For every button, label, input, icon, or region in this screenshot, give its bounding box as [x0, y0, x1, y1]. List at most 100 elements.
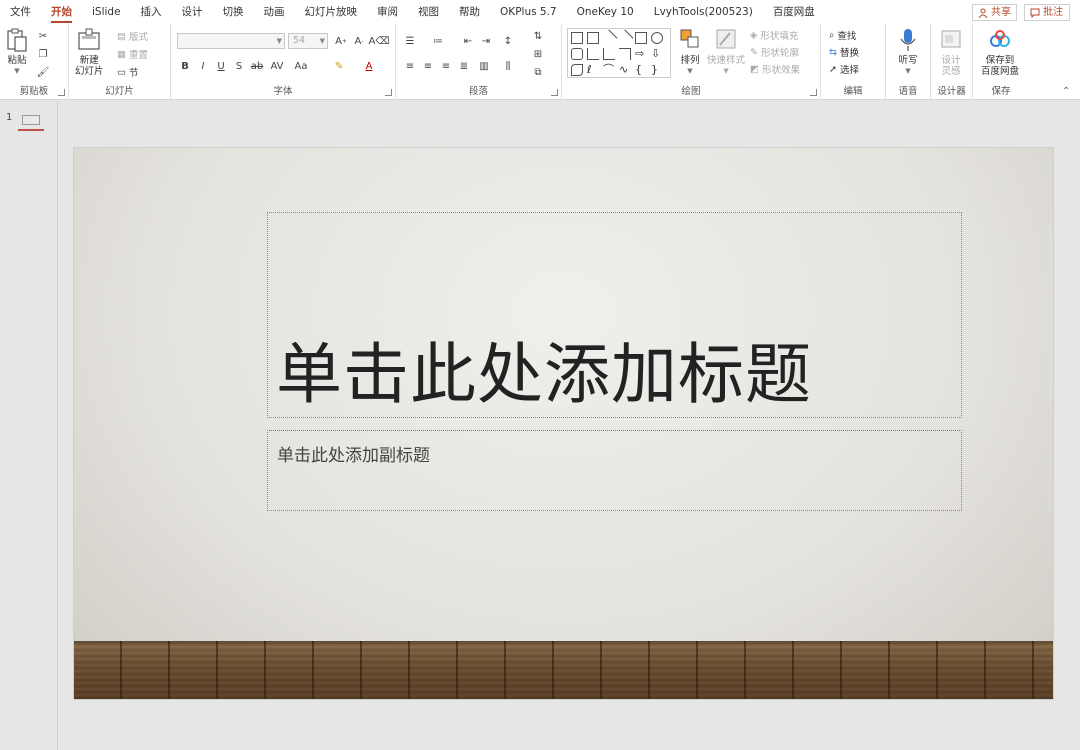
decrease-indent-icon[interactable]: ⇤	[460, 33, 476, 49]
font-name-combo[interactable]: ▼	[177, 33, 285, 49]
collapse-ribbon-icon[interactable]: ⌃	[1062, 86, 1070, 97]
tab-home[interactable]: 开始	[41, 0, 82, 24]
text-direction-icon[interactable]: ⇅	[530, 28, 546, 44]
slide-thumbnail[interactable]	[18, 113, 44, 131]
layout-button[interactable]: ▤ 版式	[117, 28, 148, 44]
vertical-textbox-shape-icon[interactable]	[587, 32, 599, 44]
line-shape-icon[interactable]	[600, 29, 618, 47]
cut-icon[interactable]: ✂	[35, 28, 51, 44]
tab-slideshow[interactable]: 幻灯片放映	[295, 0, 368, 24]
bold-icon[interactable]: B	[177, 58, 193, 74]
replace-label: 替换	[839, 48, 859, 59]
shape-fill-button[interactable]: ◈ 形状填充	[750, 27, 798, 43]
elbow-connector-shape-icon[interactable]	[619, 48, 631, 60]
select-button[interactable]: ➚ 选择	[829, 61, 859, 77]
slide-canvas[interactable]: 单击此处添加标题 单击此处添加副标题	[74, 148, 1053, 699]
format-painter-icon[interactable]: 🖌	[35, 64, 51, 80]
distributed-icon[interactable]: ▥	[476, 58, 492, 74]
replace-button[interactable]: ⇆ 替换	[829, 44, 859, 60]
connector-shape-icon[interactable]	[603, 48, 615, 60]
tab-review[interactable]: 审阅	[367, 0, 408, 24]
align-text-icon[interactable]: ⊞	[530, 46, 546, 62]
paragraph-launcher-icon[interactable]	[551, 89, 558, 96]
paste-dropdown-icon[interactable]: ▼	[14, 66, 19, 77]
new-slide-button[interactable]: 新建 幻灯片	[75, 27, 104, 77]
save-to-baidu-button[interactable]: 保存到 百度网盘	[981, 27, 1019, 77]
shapes-gallery[interactable]: ⇨ ⇩ ℓ ⌒ ∿ { }	[567, 28, 671, 78]
tab-lvyhtools[interactable]: LvyhTools(200523)	[644, 0, 763, 24]
arrow-line-shape-icon[interactable]	[616, 29, 634, 47]
align-left-icon[interactable]: ≡	[402, 58, 418, 74]
tab-baidu-netdisk[interactable]: 百度网盘	[763, 0, 825, 24]
tab-islide[interactable]: iSlide	[82, 0, 131, 24]
textbox-shape-icon[interactable]	[571, 32, 583, 44]
increase-font-icon[interactable]: A +	[333, 33, 349, 49]
font-size-combo[interactable]: 54 ▼	[288, 33, 328, 49]
tab-transitions[interactable]: 切换	[213, 0, 254, 24]
dictate-button[interactable]: 听写 ▼	[896, 27, 920, 77]
share-icon	[978, 8, 988, 18]
drawing-launcher-icon[interactable]	[810, 89, 817, 96]
title-placeholder[interactable]: 单击此处添加标题	[267, 212, 962, 418]
right-brace-shape-icon[interactable]: }	[651, 64, 663, 76]
down-arrow-shape-icon[interactable]: ⇩	[651, 48, 663, 60]
tab-insert[interactable]: 插入	[131, 0, 172, 24]
increase-indent-icon[interactable]: ⇥	[478, 33, 494, 49]
subtitle-placeholder[interactable]: 单击此处添加副标题	[267, 430, 962, 511]
tab-animations[interactable]: 动画	[254, 0, 295, 24]
tab-design[interactable]: 设计	[172, 0, 213, 24]
copy-icon[interactable]: ❐	[35, 46, 51, 62]
paste-button[interactable]: 粘贴 ▼	[5, 27, 29, 77]
section-button[interactable]: ▭ 节	[117, 64, 139, 80]
snip-shape-icon[interactable]	[571, 64, 583, 76]
highlight-icon[interactable]: ✎	[331, 58, 347, 74]
left-brace-shape-icon[interactable]: {	[635, 64, 647, 76]
voice-group: 听写 ▼ 语音	[886, 24, 931, 100]
arrange-button[interactable]: 排列 ▼	[678, 27, 702, 77]
arc-shape-icon[interactable]: ⌒	[603, 64, 615, 76]
font-launcher-icon[interactable]	[385, 89, 392, 96]
clear-formatting-icon[interactable]: A⌫	[369, 33, 390, 49]
align-center-icon[interactable]: ≡	[420, 58, 436, 74]
tab-view[interactable]: 视图	[408, 0, 449, 24]
columns-icon[interactable]: ⫼	[500, 58, 516, 74]
oval-shape-icon[interactable]	[651, 32, 663, 44]
bullets-icon[interactable]: ☰	[402, 33, 418, 49]
shape-effects-button[interactable]: ◩ 形状效果	[750, 61, 800, 77]
underline-icon[interactable]: U	[213, 58, 229, 74]
share-button[interactable]: 共享	[972, 4, 1017, 21]
strikethrough-icon[interactable]: ab	[249, 58, 265, 74]
quick-styles-button[interactable]: 快速样式 ▼	[707, 27, 745, 77]
font-color-icon[interactable]: A	[361, 58, 377, 74]
reset-button[interactable]: ▦ 重置	[117, 46, 148, 62]
right-arrow-shape-icon[interactable]: ⇨	[635, 48, 647, 60]
tab-okplus[interactable]: OKPlus 5.7	[490, 0, 567, 24]
shadow-icon[interactable]: S	[231, 58, 247, 74]
numbering-icon[interactable]: ≔	[430, 33, 446, 49]
layout-label: 版式	[128, 32, 148, 43]
rounded-rect-shape-icon[interactable]	[571, 48, 583, 60]
comment-button[interactable]: 批注	[1024, 4, 1070, 21]
tab-onekey[interactable]: OneKey 10	[567, 0, 644, 24]
curve-shape-icon[interactable]: ∿	[619, 64, 631, 76]
convert-smartart-icon[interactable]: ⧉	[530, 64, 546, 80]
freeform-shape-icon[interactable]: ℓ	[587, 64, 599, 76]
triangle-shape-icon[interactable]	[587, 48, 599, 60]
arrange-label: 排列	[680, 55, 700, 66]
tab-file[interactable]: 文件	[0, 0, 41, 24]
italic-icon[interactable]: I	[195, 58, 211, 74]
clipboard-launcher-icon[interactable]	[58, 89, 65, 96]
find-button[interactable]: ⌕ 查找	[829, 27, 856, 43]
shape-effects-icon: ◩	[750, 63, 759, 75]
character-spacing-icon[interactable]: AV	[269, 58, 285, 74]
shape-outline-button[interactable]: ✎ 形状轮廓	[750, 44, 799, 60]
line-spacing-icon[interactable]: ↕	[500, 33, 516, 49]
baidu-cloud-icon	[990, 30, 1010, 47]
justify-icon[interactable]: ≣	[456, 58, 472, 74]
design-ideas-button[interactable]: 设计 灵感	[939, 27, 963, 77]
tab-help[interactable]: 帮助	[449, 0, 490, 24]
rectangle-shape-icon[interactable]	[635, 32, 647, 44]
change-case-icon[interactable]: Aa	[293, 58, 309, 74]
align-right-icon[interactable]: ≡	[438, 58, 454, 74]
decrease-font-icon[interactable]: A-	[351, 33, 367, 49]
